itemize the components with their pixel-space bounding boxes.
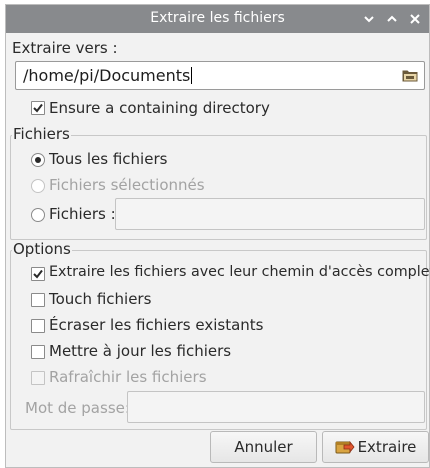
touch-files-checkbox[interactable] bbox=[31, 293, 45, 307]
refresh-files-checkbox[interactable] bbox=[31, 371, 45, 385]
refresh-files-label: Rafraîchir les fichiers bbox=[49, 368, 207, 386]
cancel-button[interactable]: Annuler bbox=[210, 431, 317, 463]
extract-button[interactable]: Extraire bbox=[322, 431, 429, 463]
file-pattern-label: Fichiers : bbox=[49, 205, 116, 223]
file-pattern-input[interactable] bbox=[115, 198, 425, 230]
close-icon[interactable] bbox=[406, 10, 424, 28]
full-path-label: Extraire les fichiers avec leur chemin d… bbox=[49, 264, 430, 280]
extract-archive-icon bbox=[335, 440, 355, 454]
cancel-button-label: Annuler bbox=[234, 438, 293, 456]
file-pattern-radio[interactable] bbox=[31, 208, 45, 222]
extract-button-label: Extraire bbox=[357, 438, 417, 456]
ensure-directory-label: Ensure a containing directory bbox=[49, 99, 270, 117]
files-group-legend: Fichiers bbox=[12, 125, 71, 143]
password-label: Mot de passe: bbox=[25, 399, 130, 417]
overwrite-files-label: Écraser les fichiers existants bbox=[49, 316, 264, 334]
selected-files-radio[interactable] bbox=[31, 179, 45, 193]
ensure-directory-checkbox[interactable] bbox=[31, 101, 45, 115]
password-input[interactable] bbox=[127, 391, 425, 423]
extract-path-value: /home/pi/Documents bbox=[23, 66, 191, 85]
folder-browse-icon[interactable] bbox=[402, 69, 418, 82]
chevron-down-icon[interactable] bbox=[360, 10, 378, 28]
update-files-checkbox[interactable] bbox=[31, 345, 45, 359]
title-bar[interactable]: Extraire les fichiers bbox=[6, 5, 429, 33]
chevron-up-icon[interactable] bbox=[383, 10, 401, 28]
touch-files-label: Touch fichiers bbox=[49, 290, 152, 308]
extract-path-input[interactable]: /home/pi/Documents bbox=[15, 61, 425, 90]
all-files-label: Tous les fichiers bbox=[49, 150, 168, 168]
selected-files-label: Fichiers sélectionnés bbox=[49, 176, 205, 194]
options-group-legend: Options bbox=[12, 240, 72, 258]
extract-to-label: Extraire vers : bbox=[12, 39, 118, 57]
update-files-label: Mettre à jour les fichiers bbox=[49, 342, 232, 360]
full-path-checkbox[interactable] bbox=[31, 267, 45, 281]
all-files-radio[interactable] bbox=[31, 153, 45, 167]
overwrite-files-checkbox[interactable] bbox=[31, 319, 45, 333]
text-caret bbox=[191, 67, 193, 84]
extract-dialog: Extraire les fichiers Extraire vers : /h… bbox=[5, 4, 430, 468]
